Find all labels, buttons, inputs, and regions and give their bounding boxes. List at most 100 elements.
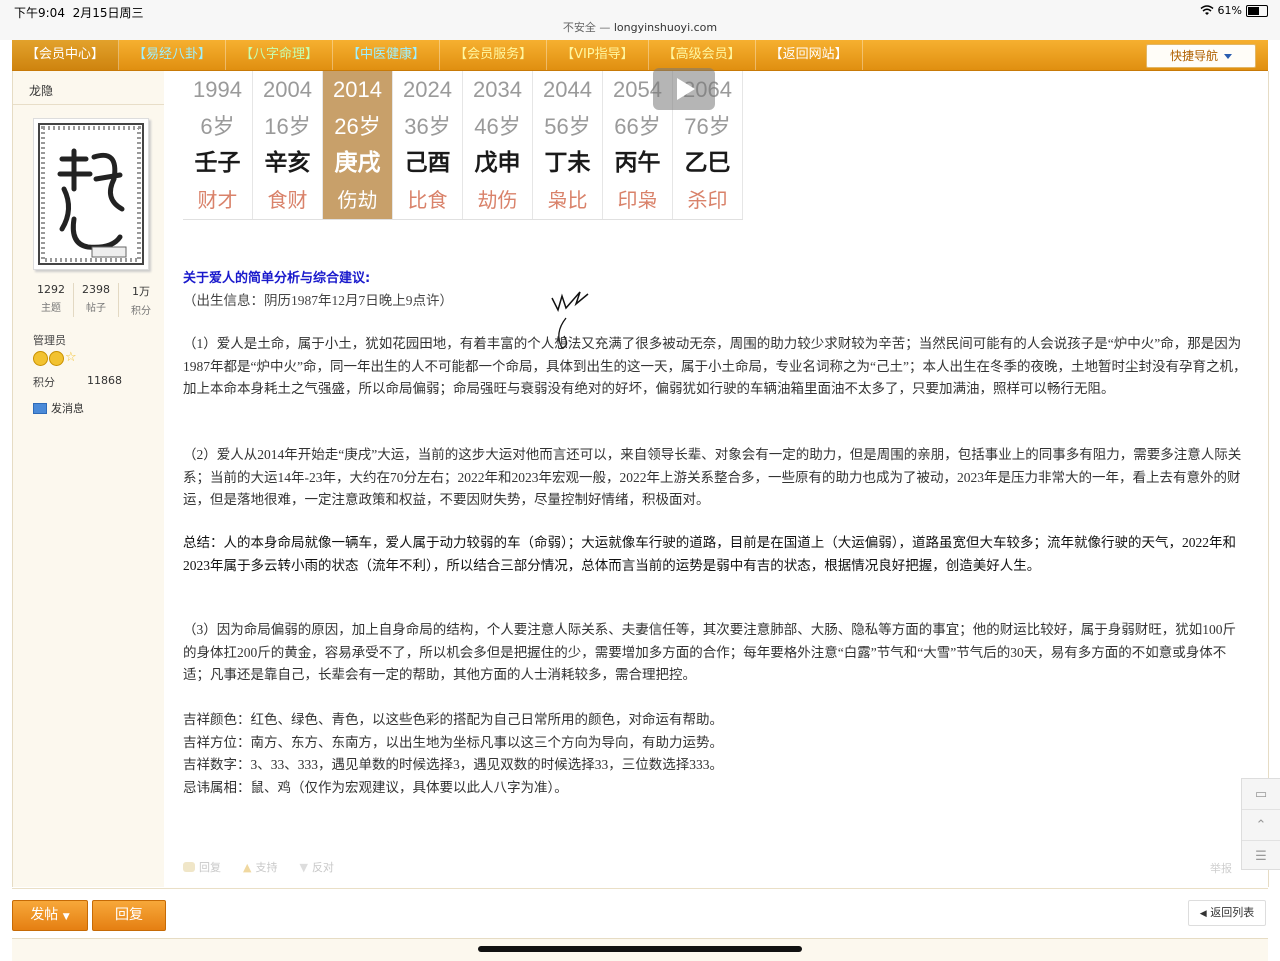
mail-icon <box>33 402 47 414</box>
nav-yijing[interactable]: 【易经八卦】 <box>119 40 227 70</box>
dayun-column: 2014 26岁 庚戌 伤劫 <box>323 71 393 219</box>
nav-vip[interactable]: 【VIP指导】 <box>547 40 649 70</box>
side-tools: ▭ ⌃ ☰ <box>1241 778 1280 870</box>
back-to-list-button[interactable]: ◀ 返回列表 <box>1188 900 1266 926</box>
summary-paragraph: 总结：人的本身命局就像一辆车，爱人属于动力较弱的车（命弱）；大运就像车行驶的道路… <box>183 535 1236 573</box>
dayun-age: 66岁 <box>614 114 661 139</box>
dayun-age: 6岁 <box>200 114 235 139</box>
dayun-column: 2004 16岁 辛亥 食财 <box>253 71 323 219</box>
battery-icon <box>1246 4 1268 17</box>
credit-value: 11868 <box>87 374 122 387</box>
sun-icon <box>33 351 48 366</box>
battery-percent: 61% <box>1217 4 1242 17</box>
list-icon[interactable]: ☰ <box>1242 841 1280 871</box>
chevron-left-icon: ◀ <box>1199 909 1207 919</box>
dayun-year: 2024 <box>403 77 452 102</box>
credit-label: 积分 <box>33 376 55 389</box>
bottom-toolbar: 发帖 ▼ 回复 ◀ 返回列表 <box>12 888 1268 939</box>
top-nav: 【会员中心】 【易经八卦】 【八字命理】 【中医健康】 【会员服务】 【VIP指… <box>12 40 1268 71</box>
rank-icons: ☆ <box>33 351 77 366</box>
birth-info: （出生信息：阴历1987年12月7日晚上9点许） <box>183 293 453 308</box>
wifi-icon <box>1200 5 1214 15</box>
dayun-ganzhi: 丙午 <box>614 150 661 176</box>
nav-tcm[interactable]: 【中医健康】 <box>333 40 441 70</box>
divider <box>13 104 164 105</box>
dayun-shishen: 食财 <box>267 188 308 212</box>
new-post-button[interactable]: 发帖 ▼ <box>12 900 88 931</box>
nav-items: 【会员中心】 【易经八卦】 【八字命理】 【中医健康】 【会员服务】 【VIP指… <box>12 40 863 70</box>
sun-icon <box>49 351 64 366</box>
dayun-shishen: 杀印 <box>687 188 728 212</box>
send-message-link[interactable]: 发消息 <box>33 400 84 416</box>
quick-nav-button[interactable]: 快捷导航 <box>1146 44 1256 68</box>
lucky-list: 吉祥颜色：红色、绿色、青色，以这些色彩的搭配为自己日常所用的颜色，对命运有帮助。… <box>183 709 723 799</box>
oppose-label: 反对 <box>311 861 334 874</box>
stat-value: 2398 <box>82 283 110 296</box>
dayun-ganzhi: 庚戌 <box>334 150 381 176</box>
dayun-age: 46岁 <box>474 114 521 139</box>
dayun-column: 1994 6岁 壬子 财才 <box>183 71 253 219</box>
stat-posts[interactable]: 2398 帖子 <box>74 283 119 317</box>
reply-action[interactable]: 回复 <box>183 859 221 875</box>
stat-value: 1万 <box>132 285 150 298</box>
back-to-list-label: 返回列表 <box>1210 906 1255 919</box>
dayun-ganzhi: 己酉 <box>404 150 451 176</box>
dayun-year: 2004 <box>263 77 312 102</box>
home-indicator[interactable] <box>478 946 802 952</box>
caret-down-icon <box>1224 54 1232 59</box>
paragraph-2: （2）爱人从2014年开始走“庚戌”大运，当前的这步大运对他而言还可以，来自领导… <box>183 447 1242 507</box>
date-text: 2月15日周三 <box>72 6 144 20</box>
lucky-color: 吉祥颜色：红色、绿色、青色，以这些色彩的搭配为自己日常所用的颜色，对命运有帮助。 <box>183 712 723 727</box>
stat-credits[interactable]: 1万 积分 <box>119 283 163 317</box>
oppose-action[interactable]: ▼ 反对 <box>299 859 333 875</box>
back-to-top-icon[interactable]: ⌃ <box>1242 810 1280 841</box>
dayun-shishen: 劫伤 <box>477 188 518 212</box>
dayun-ganzhi: 壬子 <box>194 150 241 176</box>
user-group[interactable]: 管理员 <box>33 332 66 348</box>
dayun-year: 1994 <box>193 77 242 102</box>
user-stats: 1292 主题 2398 帖子 1万 积分 <box>29 283 163 317</box>
dayun-ganzhi: 乙巳 <box>684 150 731 176</box>
comment-icon[interactable]: ▭ <box>1242 779 1280 810</box>
dayun-column: 2024 36岁 己酉 比食 <box>393 71 463 219</box>
reply-icon <box>183 862 195 872</box>
reply-button[interactable]: 回复 <box>92 900 166 931</box>
insecure-label: 不安全 — <box>562 21 614 34</box>
username[interactable]: 龙隐 <box>29 82 53 99</box>
taboo-zodiac: 忌讳属相：鼠、鸡（仅作为宏观建议，具体要以此人八字为准）。 <box>183 779 568 795</box>
address-bar[interactable]: 不安全 — longyinshuoyi.com <box>0 19 1280 35</box>
nav-premium[interactable]: 【高级会员】 <box>649 40 756 70</box>
paragraph-1: （1）爱人是土命，属于小土，犹如花园田地，有着丰富的个人想法又充满了很多被动无奈… <box>183 336 1247 396</box>
dayun-year: 2044 <box>543 77 592 102</box>
user-sidebar: 龙隐 1292 主题 2398 帖子 1万 积分 管理员 ☆ 积分 11868 发消息 <box>12 71 165 887</box>
support-action[interactable]: ▲ 支持 <box>243 859 277 875</box>
nav-member-service[interactable]: 【会员服务】 <box>440 40 548 70</box>
dayun-column: 2044 56岁 丁未 枭比 <box>533 71 603 219</box>
play-icon[interactable] <box>653 68 715 110</box>
dayun-shishen: 比食 <box>407 188 448 212</box>
thumb-up-icon: ▲ <box>243 860 252 874</box>
dayun-year: 2014 <box>333 77 382 102</box>
time-text: 下午9:04 <box>14 6 65 20</box>
nav-member-center[interactable]: 【会员中心】 <box>12 40 120 70</box>
dayun-shishen: 伤劫 <box>337 188 378 212</box>
seal-avatar-image <box>38 123 144 265</box>
dayun-ganzhi: 戊申 <box>474 150 521 176</box>
post-title: 关于爱人的简单分析与综合建议: <box>183 271 371 286</box>
stat-topics[interactable]: 1292 主题 <box>29 283 74 317</box>
dayun-column: 2034 46岁戊申劫伤 <box>463 71 533 219</box>
send-message-label: 发消息 <box>51 402 84 415</box>
report-link[interactable]: 举报 <box>1210 860 1232 876</box>
reply-label: 回复 <box>199 861 221 874</box>
dayun-shishen: 印枭 <box>617 188 658 212</box>
chevron-down-icon: ▼ <box>62 912 70 922</box>
quick-nav-label: 快捷导航 <box>1169 49 1218 63</box>
dayun-shishen: 枭比 <box>547 188 588 212</box>
nav-back-site[interactable]: 【返回网站】 <box>756 40 863 70</box>
stat-label: 帖子 <box>86 303 106 314</box>
dayun-age: 16岁 <box>264 114 311 139</box>
dayun-year: 2034 <box>473 77 522 102</box>
nav-bazi[interactable]: 【八字命理】 <box>226 40 334 70</box>
thumb-down-icon: ▼ <box>299 860 308 874</box>
avatar[interactable] <box>33 118 149 270</box>
